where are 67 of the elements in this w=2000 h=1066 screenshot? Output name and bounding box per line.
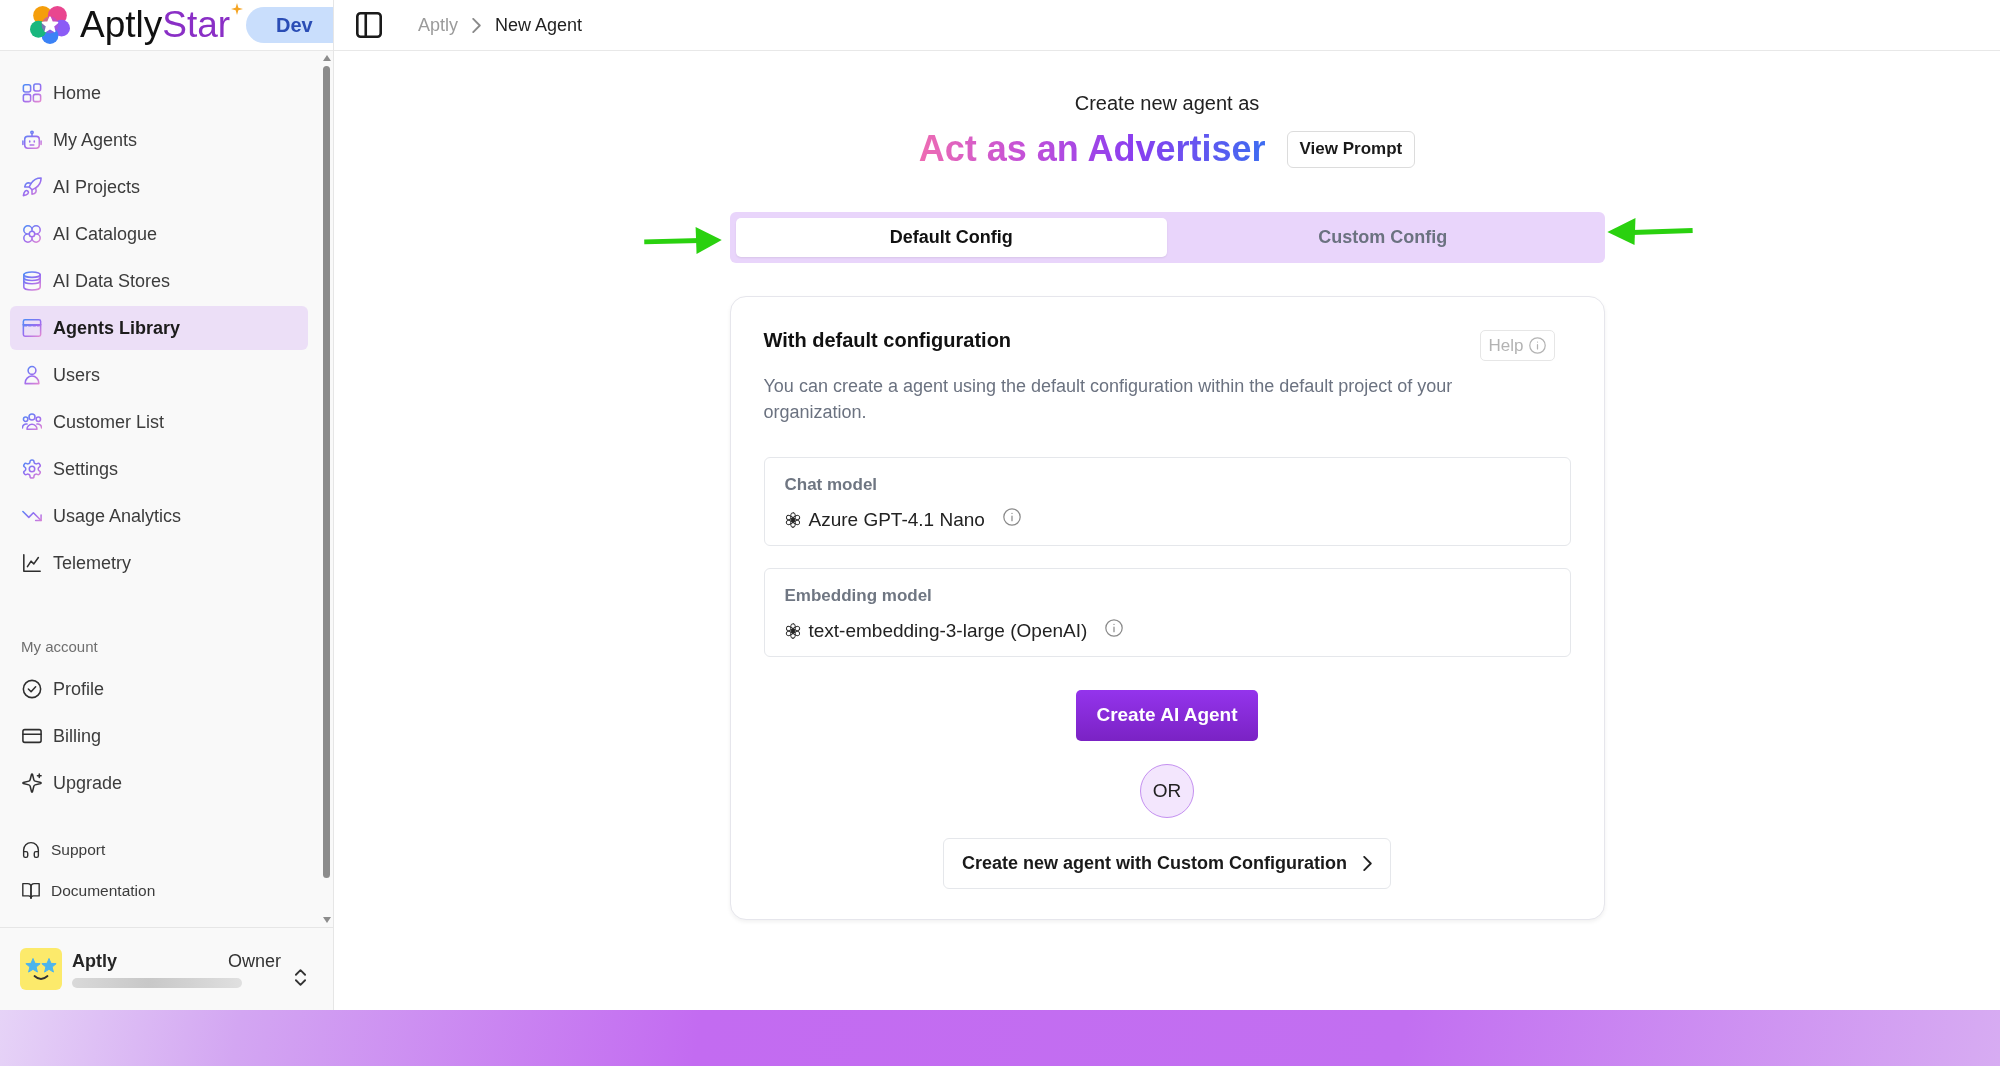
user-name: Aptly xyxy=(72,950,117,972)
intro-text: Create new agent as xyxy=(1074,91,1260,116)
right-arrow-icon xyxy=(643,225,722,256)
description-text: You can create a agent using the default configuration within the default project of your organization. xyxy=(763,375,1454,424)
database-icon xyxy=(22,271,42,291)
model-name: text-embedding-3-large (OpenAI) xyxy=(808,619,1088,643)
model-name: Azure GPT-4.1 Nano xyxy=(808,508,985,532)
info-icon[interactable] xyxy=(1002,508,1021,526)
flower-icon xyxy=(22,224,42,244)
custom-config-button[interactable]: Create new agent with Custom Configuration xyxy=(943,838,1391,889)
sidebar-item[interactable]: Users xyxy=(10,353,308,397)
section-label: My account xyxy=(21,637,99,657)
sidebar-item[interactable]: My Agents xyxy=(10,118,308,162)
sidebar-item[interactable]: Home xyxy=(10,71,308,115)
sidebar-item[interactable]: AI Projects xyxy=(10,165,308,209)
sidebar-item[interactable]: Customer List xyxy=(10,400,308,444)
breadcrumb-current: New Agent xyxy=(495,13,583,37)
users-icon xyxy=(22,412,42,432)
chevron-right-icon xyxy=(472,17,482,33)
credit-card-icon xyxy=(22,726,42,746)
user-icon xyxy=(22,365,42,385)
create-agent-button[interactable]: Create AI Agent xyxy=(1076,690,1258,741)
tab[interactable]: Default Config xyxy=(735,218,1167,257)
environment-badge: Dev xyxy=(246,7,333,43)
or-separator: OR xyxy=(1140,764,1194,818)
sidebar-item[interactable]: Profile xyxy=(10,667,308,711)
sidebar-item[interactable]: Telemetry xyxy=(10,541,308,585)
rocket-icon xyxy=(22,177,42,197)
brand-name: AptlyStar xyxy=(80,4,231,46)
headset-icon xyxy=(22,841,40,859)
sidebar-item[interactable]: AI Catalogue xyxy=(10,212,308,256)
info-icon xyxy=(1528,337,1546,354)
book-icon xyxy=(22,882,40,900)
field-label: Embedding model xyxy=(784,585,933,607)
sidebar-item[interactable]: Upgrade xyxy=(10,761,308,805)
chevron-right-icon xyxy=(1363,856,1372,871)
scroll-up-icon[interactable] xyxy=(322,55,331,61)
tab[interactable]: Custom Config xyxy=(1167,218,1599,257)
knot-icon xyxy=(784,512,801,528)
info-icon[interactable] xyxy=(1105,619,1124,637)
chevron-up-down-icon[interactable] xyxy=(295,968,306,986)
sparkles-icon xyxy=(22,773,42,793)
sidebar-item[interactable]: AI Data Stores xyxy=(10,259,308,303)
grid-icon xyxy=(22,83,42,103)
sidebar-item[interactable]: Agents Library xyxy=(10,306,308,350)
section-title: With default configuration xyxy=(763,328,1012,353)
view-prompt-button[interactable]: View Prompt xyxy=(1286,130,1416,168)
sidebar-item[interactable]: Support xyxy=(10,831,308,869)
field-label: Chat model xyxy=(784,474,879,496)
settings-icon xyxy=(22,459,42,479)
sidebar-item[interactable]: Usage Analytics xyxy=(10,494,308,538)
sidebar-item[interactable]: Settings xyxy=(10,447,308,491)
robot-icon xyxy=(22,130,42,150)
emoji-avatar-icon xyxy=(20,948,62,990)
sidebar-item[interactable]: Documentation xyxy=(10,872,308,910)
check-circle-icon xyxy=(22,679,42,699)
scrollbar-thumb[interactable] xyxy=(323,66,330,878)
line-chart-icon xyxy=(22,553,42,573)
user-role: Owner xyxy=(228,950,281,972)
window-icon xyxy=(22,318,42,338)
knot-icon xyxy=(784,623,801,639)
left-arrow-icon xyxy=(1606,216,1693,247)
sparkle-icon xyxy=(231,3,244,15)
logo-icon xyxy=(30,6,70,44)
scroll-down-icon[interactable] xyxy=(322,917,331,923)
panel-toggle-icon[interactable] xyxy=(356,12,382,38)
sidebar-item[interactable]: Billing xyxy=(10,714,308,758)
